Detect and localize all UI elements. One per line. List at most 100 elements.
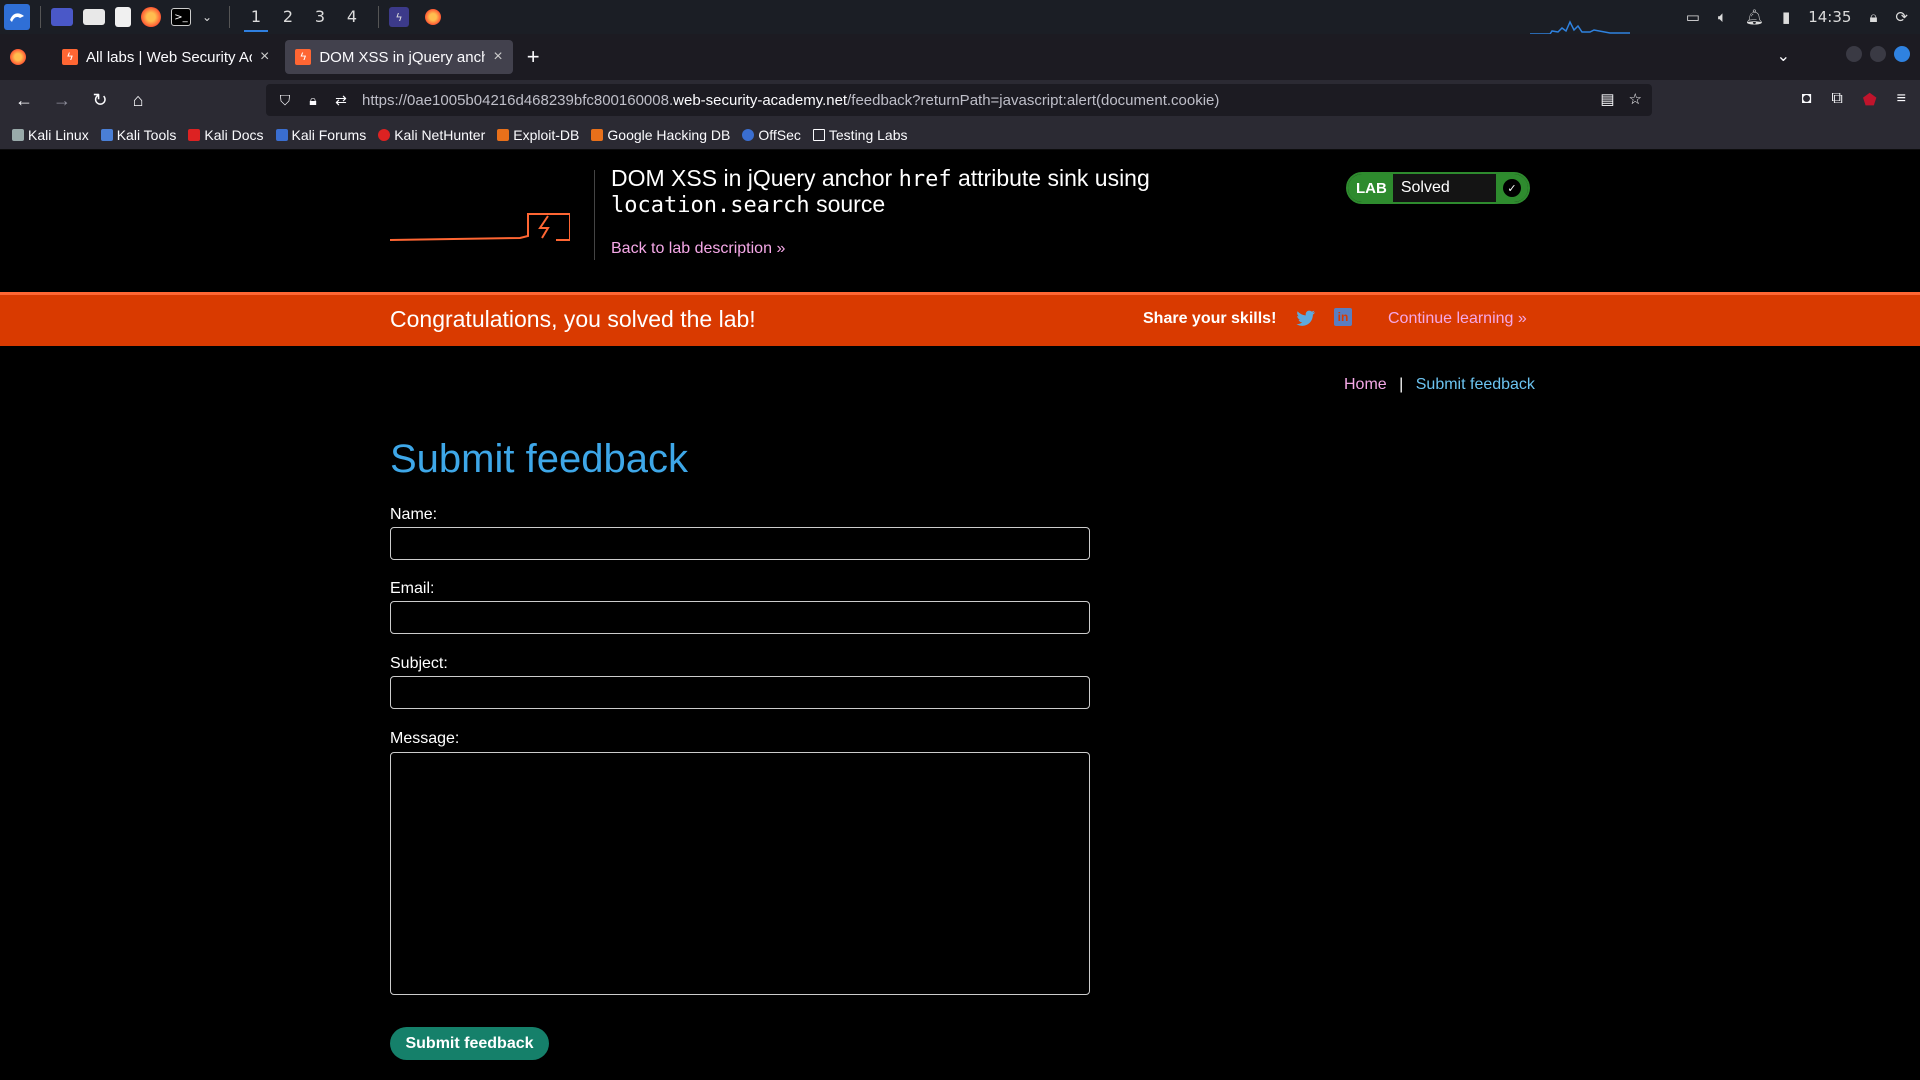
shield-icon[interactable]: ⛉ [276, 92, 294, 109]
bookmark-google-hacking-db[interactable]: Google Hacking DB [591, 127, 730, 143]
extensions-icon[interactable]: ⧉ [1831, 90, 1842, 110]
ublock-icon[interactable]: ⬟ [1863, 90, 1877, 110]
workspace-3[interactable]: 3 [304, 0, 336, 34]
list-tabs-icon[interactable]: ⌄ [1777, 46, 1790, 66]
battery-icon[interactable]: ▮ [1782, 8, 1790, 26]
back-to-lab-description-link[interactable]: Back to lab description » [611, 240, 785, 258]
permissions-icon[interactable]: ⇄ [332, 92, 350, 109]
display-icon[interactable]: ▭ [1686, 8, 1700, 26]
cpu-graph-icon [1530, 20, 1630, 34]
continue-learning-label: Continue learning [1388, 310, 1514, 327]
taskbar-separator [40, 6, 41, 28]
system-tray: ▭ 🔈︎ 🔔︎ ▮ 14:35 🔒︎ ⟳ [1686, 0, 1920, 34]
volume-icon[interactable]: 🔈︎ [1718, 8, 1727, 26]
maximize-button[interactable] [1870, 46, 1886, 62]
subject-input[interactable] [390, 676, 1090, 709]
bookmark-kali-docs[interactable]: Kali Docs [188, 127, 264, 143]
kali-icon [12, 128, 24, 141]
bookmark-label: Google Hacking DB [607, 126, 731, 143]
twitter-icon[interactable] [1296, 308, 1316, 328]
reader-view-icon[interactable]: ▤ [1600, 90, 1614, 108]
workspace-2[interactable]: 2 [272, 0, 304, 34]
bookmark-kali-forums[interactable]: Kali Forums [275, 127, 366, 143]
browser-tab-bar: ϟ All labs | Web Security Ac × ϟ DOM XSS… [0, 34, 1920, 80]
name-label: Name: [390, 506, 438, 523]
bookmark-label: Testing Labs [828, 126, 908, 143]
bookmark-kali-nethunter[interactable]: Kali NetHunter [378, 127, 485, 143]
email-input[interactable] [390, 601, 1090, 634]
bookmark-label: Kali NetHunter [394, 126, 486, 143]
portswigger-favicon-icon: ϟ [62, 49, 78, 65]
firefox-view-icon[interactable] [10, 49, 26, 65]
lab-header: DOM XSS in jQuery anchor href attribute … [390, 150, 1530, 290]
forward-arrow-icon[interactable]: → [44, 90, 80, 111]
notification-bell-icon[interactable]: 🔔︎ [1745, 8, 1764, 26]
pocket-icon[interactable]: ◘ [1802, 90, 1812, 110]
padlock-icon[interactable]: 🔒︎ [304, 92, 322, 109]
navigation-toolbar: ← → ↻ ⌂ ⛉ 🔒︎ ⇄ https://0ae1005b04216d468… [0, 80, 1920, 120]
tab-dom-xss[interactable]: ϟ DOM XSS in jQuery ancho × [285, 40, 513, 74]
bookmarks-toolbar: Kali Linux Kali Tools Kali Docs Kali For… [0, 120, 1920, 150]
home-icon[interactable]: ⌂ [120, 90, 156, 111]
bookmark-label: Kali Tools [116, 126, 177, 143]
burp-window-icon[interactable]: ϟ [389, 7, 409, 27]
url-bar[interactable]: ⛉ 🔒︎ ⇄ https://0ae1005b04216d468239bfc80… [266, 84, 1652, 116]
linkedin-icon[interactable]: in [1334, 308, 1352, 326]
close-tab-icon[interactable]: × [493, 48, 502, 66]
breadcrumb-current-link[interactable]: Submit feedback [1416, 376, 1535, 393]
solved-status-icon: ✓ [1496, 174, 1528, 202]
terminal-icon[interactable]: >_ [171, 8, 191, 26]
power-icon[interactable]: ⟳ [1895, 8, 1908, 26]
close-tab-icon[interactable]: × [260, 48, 269, 66]
submit-feedback-button[interactable]: Submit feedback [390, 1027, 549, 1060]
clock[interactable]: 14:35 [1808, 8, 1851, 26]
file-manager-icon[interactable] [83, 9, 105, 25]
reload-icon[interactable]: ↻ [82, 90, 118, 111]
bookmark-kali-linux[interactable]: Kali Linux [12, 127, 89, 143]
text-editor-icon[interactable] [115, 7, 131, 27]
url-text[interactable]: https://0ae1005b04216d468239bfc800160008… [362, 92, 1219, 109]
breadcrumb-home-link[interactable]: Home [1344, 376, 1387, 393]
name-input[interactable] [390, 527, 1090, 560]
close-window-button[interactable] [1894, 46, 1910, 62]
bookmark-label: Exploit-DB [513, 126, 580, 143]
firefox-window-icon[interactable] [425, 9, 441, 25]
workspace-1[interactable]: 1 [240, 0, 272, 34]
minimize-button[interactable] [1846, 46, 1862, 62]
bookmark-exploit-db[interactable]: Exploit-DB [497, 127, 579, 143]
bookmark-star-icon[interactable]: ☆ [1629, 90, 1642, 108]
tab-all-labs[interactable]: ϟ All labs | Web Security Ac × [52, 40, 279, 74]
lab-title-code: href [898, 167, 952, 192]
bookmark-offsec[interactable]: OffSec [742, 127, 801, 143]
message-textarea[interactable] [390, 752, 1090, 995]
web-page: DOM XSS in jQuery anchor href attribute … [0, 150, 1920, 1080]
web-security-academy-logo [390, 213, 570, 241]
solved-banner: Congratulations, you solved the lab! Sha… [0, 292, 1920, 346]
exploit-db-icon [497, 128, 510, 141]
kali-tools-icon [100, 128, 113, 141]
page-title: Submit feedback [390, 437, 688, 481]
menu-icon[interactable]: ≡ [1897, 90, 1906, 110]
tab-title: DOM XSS in jQuery ancho [319, 48, 486, 66]
double-chevron-right-icon: » [776, 240, 786, 257]
ghdb-icon [591, 128, 604, 141]
continue-learning-link[interactable]: Continue learning » [1388, 310, 1527, 328]
new-tab-button[interactable]: + [527, 44, 540, 70]
url-actions: ▤ ☆ [1600, 90, 1642, 108]
chevron-down-icon[interactable]: ⌄ [195, 5, 219, 29]
bookmark-label: OffSec [758, 126, 801, 143]
bookmark-testing-labs[interactable]: Testing Labs [812, 126, 908, 143]
firefox-icon[interactable] [141, 7, 161, 27]
back-arrow-icon[interactable]: ← [6, 90, 42, 111]
lock-icon[interactable]: 🔒︎ [1869, 8, 1877, 26]
lab-title: DOM XSS in jQuery anchor href attribute … [611, 166, 1171, 219]
header-divider [594, 170, 595, 260]
workspace-4[interactable]: 4 [336, 0, 368, 34]
url-domain: web-security-academy.net [673, 91, 848, 109]
bookmark-kali-tools[interactable]: Kali Tools [100, 126, 177, 143]
double-chevron-right-icon: » [1517, 310, 1527, 327]
lab-status-text: Solved [1400, 179, 1450, 196]
show-desktop-icon[interactable] [51, 8, 73, 26]
portswigger-favicon-icon: ϟ [295, 49, 312, 65]
kali-menu-icon[interactable] [4, 4, 30, 30]
